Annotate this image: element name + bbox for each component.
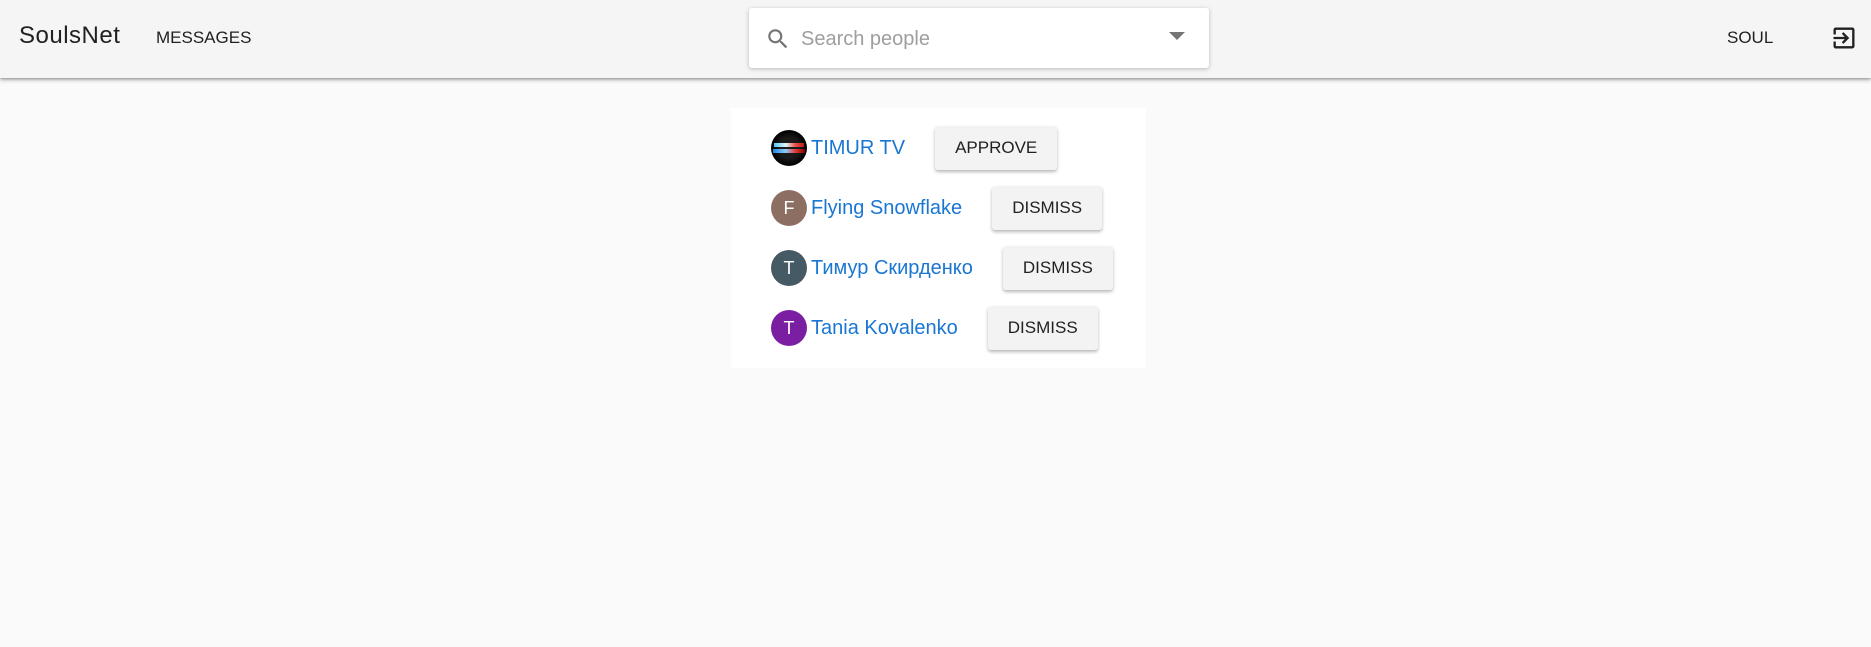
avatar: F xyxy=(771,190,807,226)
list-item: TIMUR TV APPROVE xyxy=(771,126,1058,170)
avatar xyxy=(771,130,807,166)
avatar-letter: T xyxy=(783,257,795,278)
dismiss-button[interactable]: DISMISS xyxy=(987,306,1098,350)
chevron-down-icon[interactable] xyxy=(1169,32,1185,40)
list-item: T Tania Kovalenko DISMISS xyxy=(771,306,1098,350)
friend-requests-panel: TIMUR TV APPROVE F Flying Snowflake DISM… xyxy=(731,108,1146,368)
person-name-link[interactable]: TIMUR TV xyxy=(811,137,905,160)
search-icon xyxy=(768,29,788,49)
user-menu-link[interactable]: SOUL xyxy=(1727,28,1773,48)
person-name-link[interactable]: Тимур Скирденко xyxy=(811,257,973,280)
search-input[interactable] xyxy=(799,20,1143,58)
search-box[interactable] xyxy=(749,8,1209,68)
brand-title[interactable]: SoulsNet xyxy=(19,22,120,50)
logout-icon[interactable] xyxy=(1830,24,1858,52)
person-name-link[interactable]: Flying Snowflake xyxy=(811,197,962,220)
avatar: T xyxy=(771,310,807,346)
app-bar: SoulsNet MESSAGES SOUL xyxy=(0,0,1871,78)
avatar: T xyxy=(771,250,807,286)
messages-link[interactable]: MESSAGES xyxy=(156,28,251,48)
list-item: F Flying Snowflake DISMISS xyxy=(771,186,1103,230)
person-name-link[interactable]: Tania Kovalenko xyxy=(811,317,958,340)
dismiss-button[interactable]: DISMISS xyxy=(1002,246,1113,290)
dismiss-button[interactable]: DISMISS xyxy=(992,186,1103,230)
avatar-letter: T xyxy=(783,317,795,338)
avatar-letter: F xyxy=(783,197,795,218)
list-item: T Тимур Скирденко DISMISS xyxy=(771,246,1113,290)
approve-button[interactable]: APPROVE xyxy=(935,126,1058,170)
